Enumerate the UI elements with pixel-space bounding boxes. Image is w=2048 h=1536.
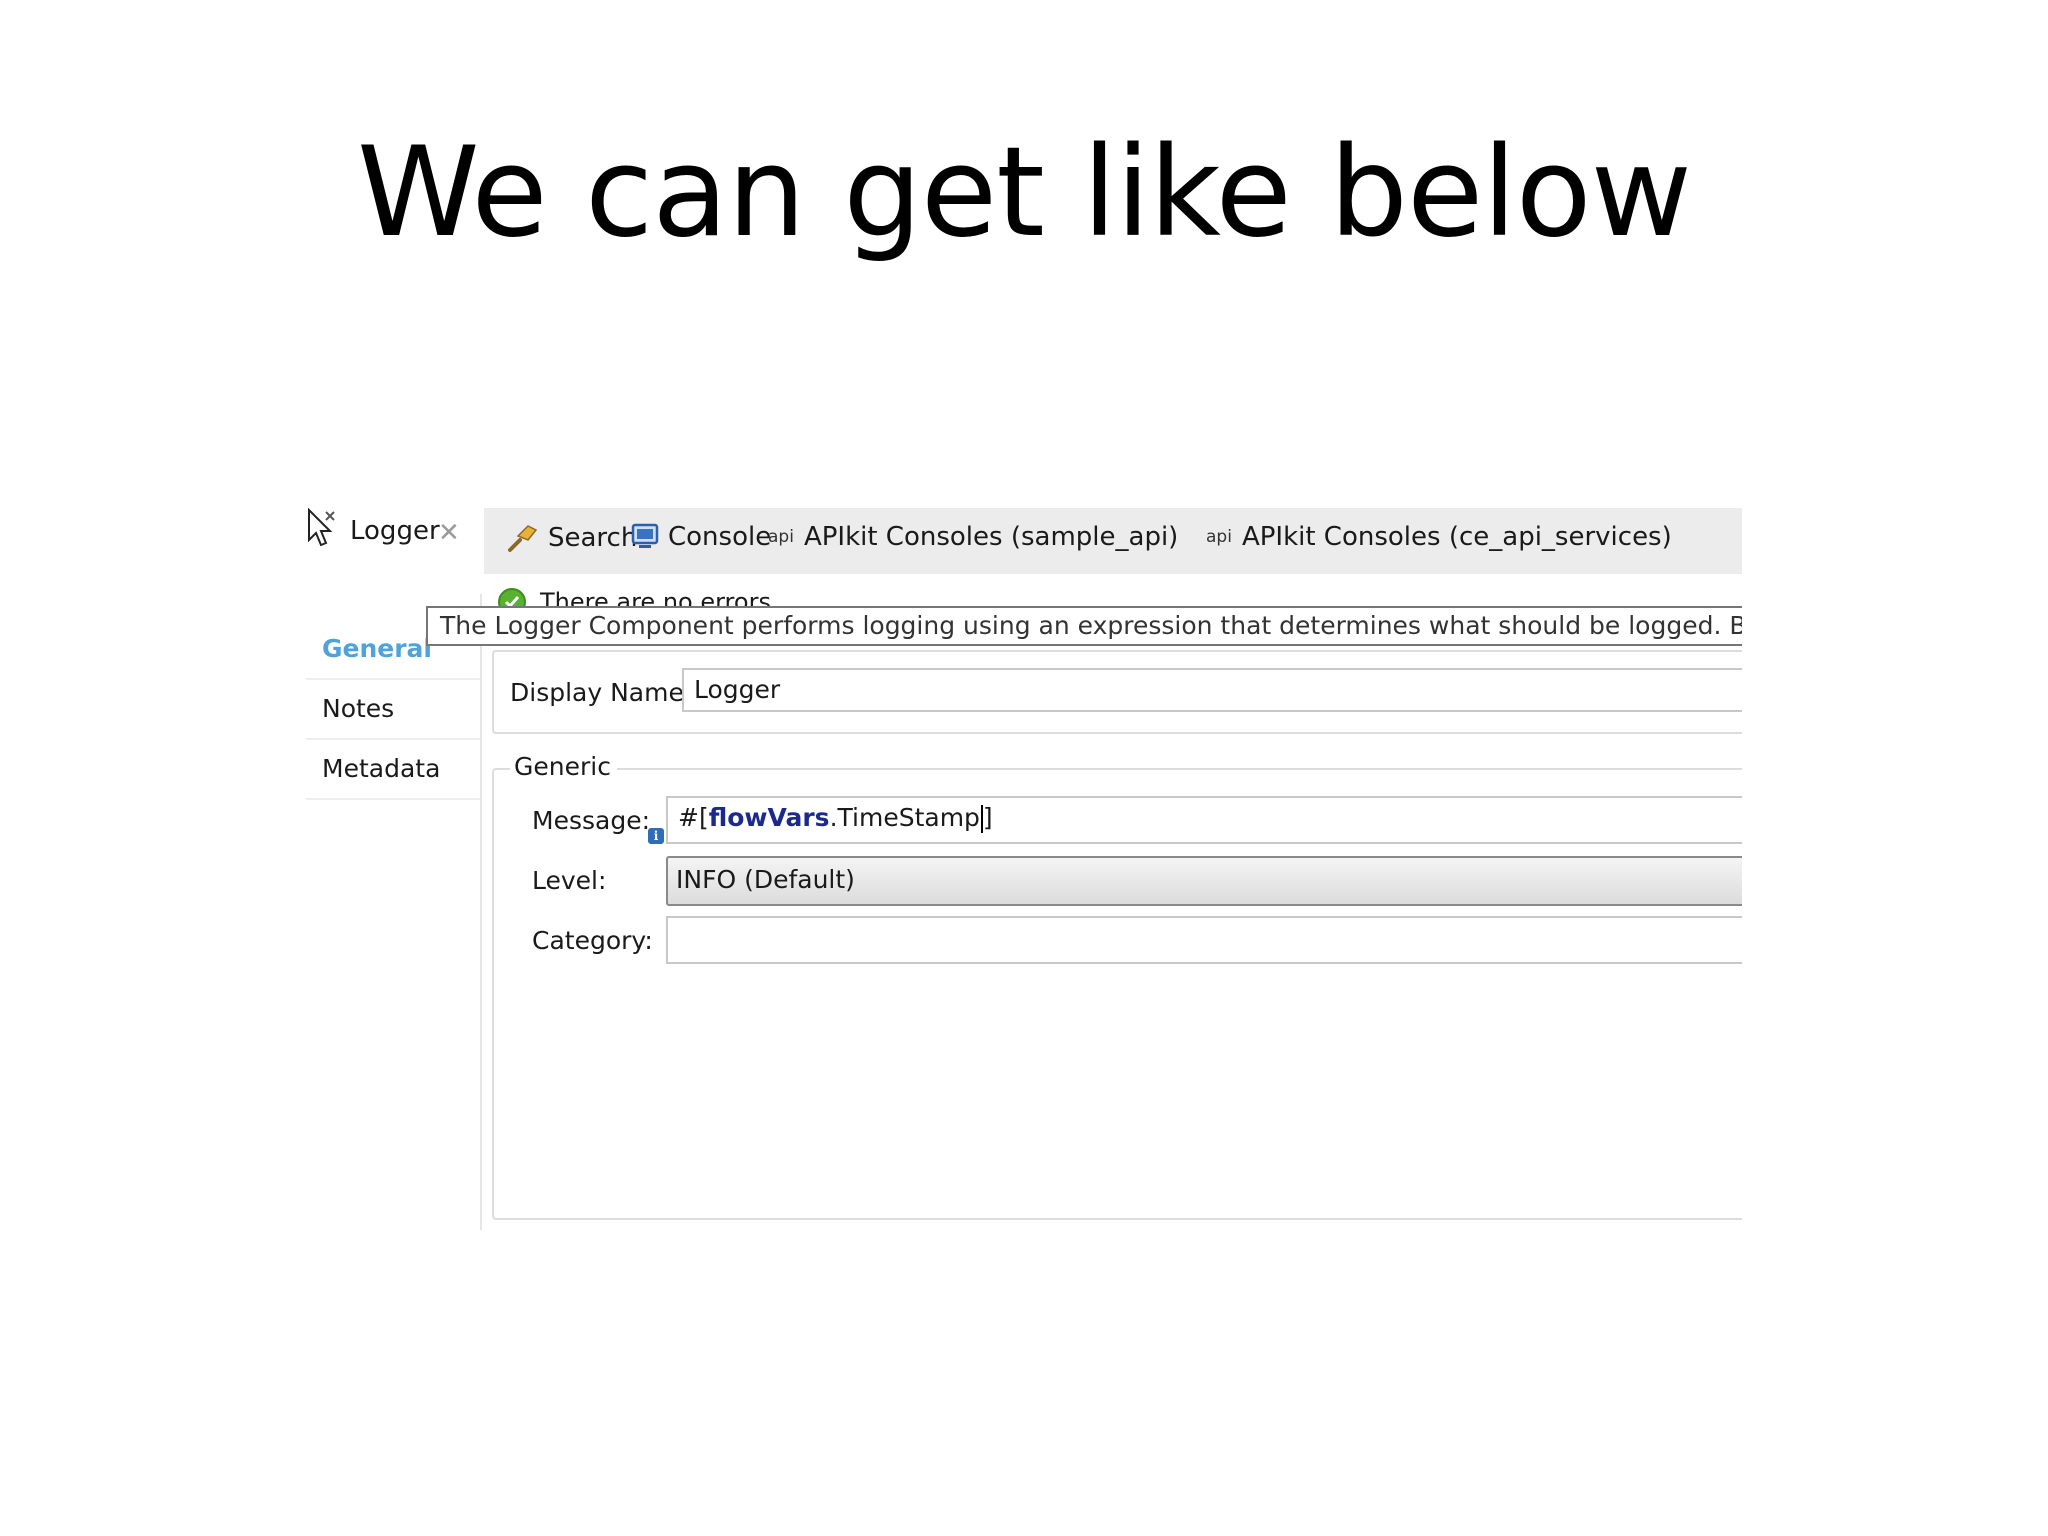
properties-nav: General Notes Metadata: [306, 594, 482, 1230]
view-tab-bar: Search Console api APIkit Consoles (samp…: [484, 508, 1742, 574]
logger-cursor-icon: [308, 508, 335, 547]
category-field[interactable]: [666, 916, 1742, 964]
level-label: Level:: [532, 866, 607, 895]
tab-search[interactable]: Search: [506, 522, 637, 554]
category-label: Category:: [532, 926, 653, 955]
message-prefix: #[: [678, 803, 709, 832]
generic-legend: Generic: [510, 752, 617, 781]
tab-logger[interactable]: Logger ✕: [306, 500, 482, 572]
console-icon: [630, 522, 660, 552]
nav-item-notes[interactable]: Notes: [322, 694, 394, 723]
tab-apikit-sample-api-label: APIkit Consoles (sample_api): [803, 522, 1179, 552]
nav-item-general[interactable]: General: [322, 634, 432, 663]
message-keyword: flowVars: [708, 803, 830, 832]
display-name-label: Display Name:: [510, 678, 693, 707]
nav-item-metadata[interactable]: Metadata: [322, 754, 440, 783]
nav-divider: [306, 798, 480, 800]
search-icon: [506, 522, 540, 554]
tab-search-label: Search: [548, 523, 638, 553]
tab-apikit-ce-api-services-label: APIkit Consoles (ce_api_services): [1241, 522, 1672, 552]
close-icon[interactable]: ✕: [438, 518, 460, 548]
level-select[interactable]: INFO (Default): [666, 856, 1742, 906]
message-field[interactable]: #[flowVars.TimeStamp]: [666, 796, 1742, 844]
slide-title: We can get like below: [357, 121, 1692, 265]
api-icon: api: [768, 527, 794, 547]
nav-divider: [306, 678, 480, 680]
logger-properties-panel: Logger ✕ Search Console api APIkit Conso…: [306, 500, 1742, 1230]
message-label: Message:: [532, 806, 650, 835]
logger-tooltip: The Logger Component performs logging us…: [426, 606, 1742, 646]
tab-console[interactable]: Console: [630, 522, 771, 552]
tab-apikit-ce-api-services[interactable]: api APIkit Consoles (ce_api_services): [1206, 522, 1672, 552]
tab-logger-label: Logger: [350, 516, 440, 546]
api-icon: api: [1206, 527, 1232, 547]
display-name-field[interactable]: Logger: [682, 668, 1742, 712]
nav-divider: [306, 738, 480, 740]
tab-console-label: Console: [668, 522, 772, 552]
message-rest: .TimeStamp: [829, 803, 980, 832]
info-icon: i: [648, 828, 664, 844]
message-suffix: ]: [982, 803, 993, 832]
tab-apikit-sample-api[interactable]: api APIkit Consoles (sample_api): [768, 522, 1178, 552]
